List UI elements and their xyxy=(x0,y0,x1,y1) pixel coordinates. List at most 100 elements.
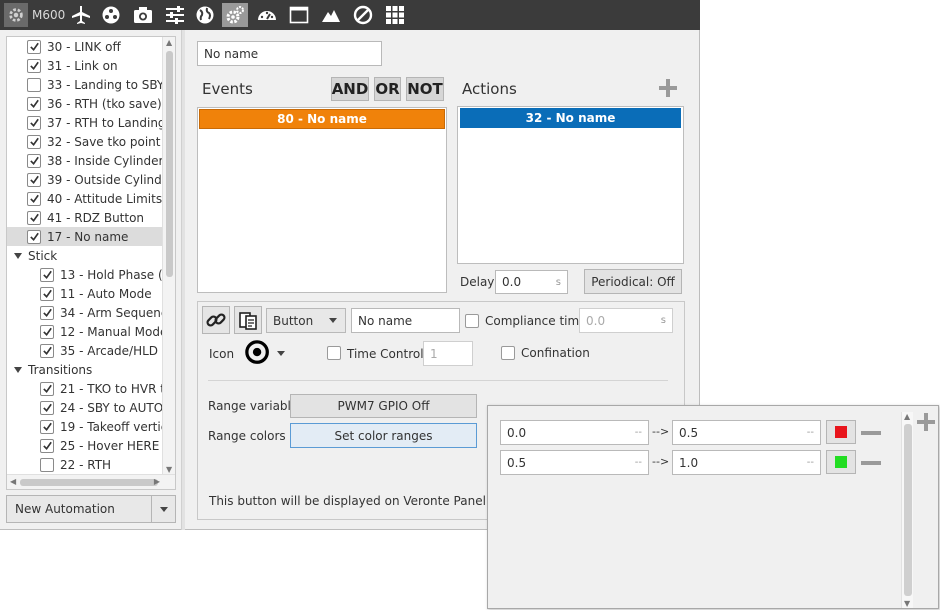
tree-item-checkbox[interactable] xyxy=(40,400,54,415)
tree-item[interactable]: 41 - RDZ Button xyxy=(7,208,163,227)
event-item[interactable]: 80 - No name xyxy=(199,109,445,129)
range-to-input-1[interactable]: 0.5 -- xyxy=(672,420,821,445)
tree-item-checkbox[interactable] xyxy=(27,172,41,187)
tree-item[interactable]: 34 - Arm Sequence xyxy=(7,303,163,322)
remove-range-minus-icon-1[interactable] xyxy=(861,431,881,435)
popup-vertical-scrollbar[interactable]: ▲ ▼ xyxy=(901,412,913,608)
globe-icon[interactable] xyxy=(192,3,218,27)
tree-item[interactable]: 30 - LINK off xyxy=(7,37,163,56)
confirmation-checkbox[interactable] xyxy=(501,346,515,360)
tree-item-checkbox[interactable] xyxy=(40,381,54,396)
scroll-right-icon[interactable]: ▶ xyxy=(154,477,160,486)
no-entry-icon[interactable] xyxy=(350,3,376,27)
tree-item-checkbox[interactable] xyxy=(27,96,41,111)
tree-item-checkbox[interactable] xyxy=(40,457,54,472)
tree-item-checkbox[interactable] xyxy=(27,210,41,225)
and-button[interactable]: AND xyxy=(331,77,369,101)
periodical-button[interactable]: Periodical: Off xyxy=(584,269,682,294)
scroll-down-icon[interactable]: ▼ xyxy=(166,465,172,474)
scroll-left-icon[interactable]: ◀ xyxy=(10,477,16,486)
add-action-plus-icon[interactable] xyxy=(658,78,678,98)
dots-circle-icon[interactable] xyxy=(98,3,124,27)
color-swatch-button-2[interactable] xyxy=(826,450,856,474)
range-from-input-1[interactable]: 0.0 -- xyxy=(500,420,649,445)
range-variable-button[interactable]: PWM7 GPIO Off xyxy=(290,394,477,418)
tree-item[interactable]: 31 - Link on xyxy=(7,56,163,75)
event-name-input[interactable]: No name xyxy=(351,308,460,333)
tree-item[interactable]: 37 - RTH to Landing ( xyxy=(7,113,163,132)
tree-item[interactable]: 35 - Arcade/HLD wi xyxy=(7,341,163,360)
tree-item-checkbox[interactable] xyxy=(27,153,41,168)
tree-item-checkbox[interactable] xyxy=(27,115,41,130)
tree-item[interactable]: 32 - Save tko point xyxy=(7,132,163,151)
tree-item[interactable]: 19 - Takeoff vertica xyxy=(7,417,163,436)
panel-splitter[interactable] xyxy=(181,30,185,530)
tree-horizontal-scroll-thumb[interactable] xyxy=(20,479,158,486)
tree-item[interactable]: 21 - TKO to HVR tra xyxy=(7,379,163,398)
scroll-up-icon[interactable]: ▲ xyxy=(904,412,910,421)
tree-item[interactable]: 12 - Manual Mode xyxy=(7,322,163,341)
expand-triangle-icon[interactable] xyxy=(14,366,22,373)
compliance-time-checkbox[interactable] xyxy=(465,314,479,328)
tree-item-checkbox[interactable] xyxy=(40,324,54,339)
tree-item-checkbox[interactable] xyxy=(27,134,41,149)
add-range-plus-icon[interactable] xyxy=(916,412,936,432)
tree-item-checkbox[interactable] xyxy=(40,343,54,358)
tree-item[interactable]: 11 - Auto Mode xyxy=(7,284,163,303)
tree-item[interactable]: 13 - Hold Phase (Ar xyxy=(7,265,163,284)
set-color-ranges-button[interactable]: Set color ranges xyxy=(290,423,477,448)
tree-item[interactable]: 33 - Landing to SBY xyxy=(7,75,163,94)
tree-item-checkbox[interactable] xyxy=(40,438,54,453)
action-item[interactable]: 32 - No name xyxy=(460,108,681,128)
range-from-input-2[interactable]: 0.5 -- xyxy=(500,450,649,475)
camera-icon[interactable] xyxy=(130,3,156,27)
tree-item[interactable]: 36 - RTH (tko save) xyxy=(7,94,163,113)
expand-triangle-icon[interactable] xyxy=(14,252,22,259)
tree-item[interactable]: 22 - RTH xyxy=(7,455,163,474)
time-control-input[interactable]: 1 xyxy=(423,341,473,366)
tree-item-checkbox[interactable] xyxy=(27,191,41,206)
tree-item[interactable]: 38 - Inside Cylinder xyxy=(7,151,163,170)
device-selector[interactable]: M600 xyxy=(4,3,65,27)
tree-item[interactable]: 39 - Outside Cylinder xyxy=(7,170,163,189)
tree-item-checkbox[interactable] xyxy=(40,419,54,434)
mountains-icon[interactable] xyxy=(318,3,344,27)
airplane-icon[interactable] xyxy=(68,3,94,27)
tree-item-checkbox[interactable] xyxy=(27,229,41,244)
tree-item-checkbox[interactable] xyxy=(40,286,54,301)
scroll-down-icon[interactable]: ▼ xyxy=(904,599,910,608)
link-button[interactable] xyxy=(202,306,230,334)
remove-range-minus-icon-2[interactable] xyxy=(861,461,881,465)
tree-item[interactable]: 17 - No name xyxy=(7,227,163,246)
icon-picker[interactable] xyxy=(245,340,287,366)
range-to-input-2[interactable]: 1.0 -- xyxy=(672,450,821,475)
sliders-icon[interactable] xyxy=(162,3,188,27)
window-icon[interactable] xyxy=(286,3,312,27)
color-swatch-button-1[interactable] xyxy=(826,420,856,444)
tree-item-checkbox[interactable] xyxy=(27,77,41,92)
tree-item[interactable]: 40 - Attitude Limits xyxy=(7,189,163,208)
popup-scroll-thumb[interactable] xyxy=(904,424,912,596)
gears-icon[interactable] xyxy=(222,3,248,27)
tree-horizontal-scrollbar[interactable]: ◀ ▶ xyxy=(7,474,175,489)
tree-vertical-scrollbar[interactable]: ▲ ▼ xyxy=(162,37,175,475)
time-control-checkbox[interactable] xyxy=(327,346,341,360)
or-button[interactable]: OR xyxy=(374,77,401,101)
scroll-up-icon[interactable]: ▲ xyxy=(166,38,172,47)
tree-group[interactable]: Stick xyxy=(7,246,163,265)
not-button[interactable]: NOT xyxy=(406,77,444,101)
delay-input[interactable]: 0.0 s xyxy=(495,270,568,294)
copy-button[interactable] xyxy=(234,306,262,334)
tree-item-checkbox[interactable] xyxy=(27,58,41,73)
tree-item-checkbox[interactable] xyxy=(40,267,54,282)
new-automation-button[interactable]: New Automation xyxy=(6,495,176,523)
grid-icon[interactable] xyxy=(382,3,408,27)
gauge-icon[interactable] xyxy=(254,3,280,27)
tree-item-checkbox[interactable] xyxy=(27,39,41,54)
tree-item[interactable]: 25 - Hover HERE ( H xyxy=(7,436,163,455)
event-type-select[interactable]: Button xyxy=(266,308,346,333)
tree-vertical-scroll-thumb[interactable] xyxy=(166,51,173,277)
tree-item-checkbox[interactable] xyxy=(40,305,54,320)
tree-group[interactable]: Transitions xyxy=(7,360,163,379)
tree-item[interactable]: 24 - SBY to AUTO xyxy=(7,398,163,417)
